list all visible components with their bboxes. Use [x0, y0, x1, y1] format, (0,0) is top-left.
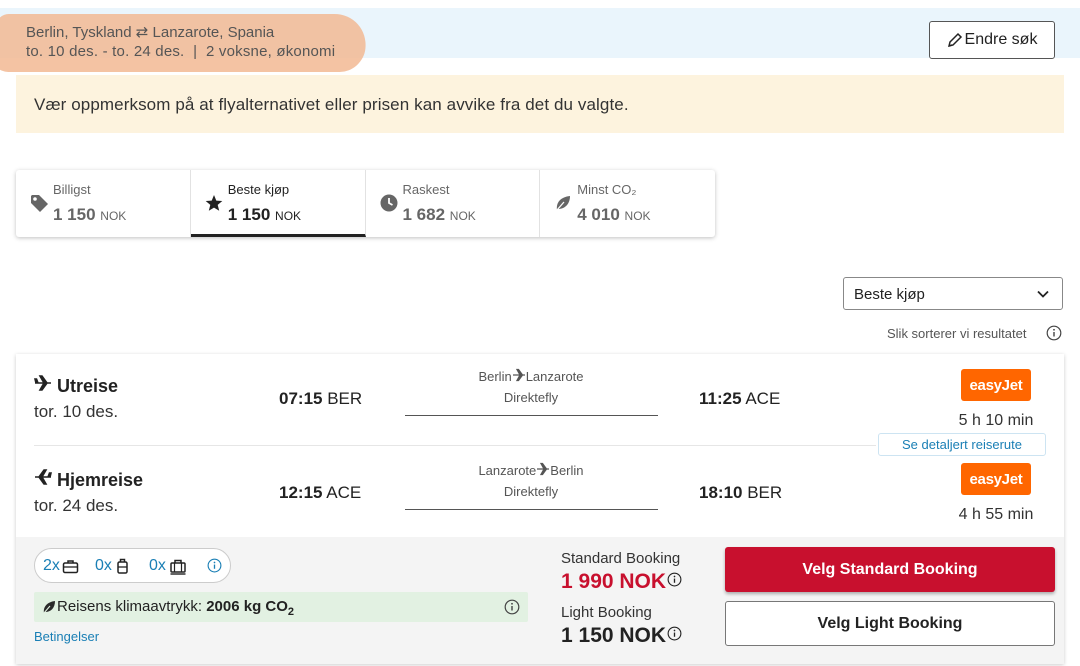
info-icon[interactable]: [667, 626, 682, 641]
baggage-summary[interactable]: 2x 0x 0x: [34, 548, 231, 583]
tab-least-co2[interactable]: Minst CO₂ 4 010 NOK: [540, 170, 715, 237]
leg-date: tor. 24 des.: [34, 496, 119, 515]
detailed-itinerary-link[interactable]: Se detaljert reiserute: [878, 433, 1046, 456]
tab-best-buy[interactable]: Beste kjøp 1 150 NOK: [190, 170, 366, 237]
suitcase-icon: [170, 559, 186, 575]
tab-price: 1 682 NOK: [402, 205, 476, 224]
return-leg: Hjemreise tor. 24 des. 12:15 ACE Lanzaro…: [16, 448, 1064, 540]
plane-return-icon: [35, 469, 52, 485]
star-icon: [205, 195, 223, 211]
checked-bag: 0x: [149, 557, 188, 575]
clock-icon: [380, 194, 397, 212]
tab-label: Beste kjøp: [227, 182, 290, 197]
personal-item: 2x: [43, 557, 79, 575]
standard-booking-label: Standard Booking: [561, 550, 681, 567]
edit-search-button[interactable]: Endre søk: [929, 21, 1055, 59]
tab-price: 4 010 NOK: [577, 205, 651, 224]
arrival-time: 18:10 BER: [699, 483, 783, 502]
departure-time: 12:15 ACE: [279, 483, 362, 502]
tab-label: Minst CO₂: [577, 182, 637, 197]
select-standard-booking-button[interactable]: Velg Standard Booking: [725, 547, 1055, 592]
route-cities: Berlin Lanzarote: [478, 368, 584, 384]
trip-details-text: to. 10 des. - to. 24 des. | 2 voksne, øk…: [26, 43, 336, 60]
climate-text: Reisens klimaavtrykk: 2006 kg CO2: [57, 598, 295, 618]
tab-price: 1 150 NOK: [53, 205, 127, 224]
edit-search-label: Endre søk: [964, 31, 1038, 48]
booking-options: 2x 0x 0x Reisens klimaavtrykk: 2006 kg C…: [16, 537, 1064, 664]
info-icon[interactable]: [667, 572, 682, 587]
info-icon[interactable]: [207, 558, 222, 573]
leg-divider: [34, 445, 876, 446]
light-booking-label: Light Booking: [561, 604, 652, 621]
tag-icon: [31, 195, 48, 212]
airline-logo: easyJet: [961, 369, 1031, 401]
airline-logo: easyJet: [961, 463, 1031, 495]
sort-selected-value: Beste kjøp: [854, 286, 925, 303]
climate-footprint: Reisens klimaavtrykk: 2006 kg CO2: [34, 592, 528, 622]
plane-departure-icon: [34, 375, 51, 391]
leaf-icon: [556, 196, 571, 211]
plane-icon: [512, 368, 525, 382]
leaf-icon: [43, 601, 55, 614]
flight-result-card: Utreise tor. 10 des. 07:15 BER Berlin Lan…: [16, 354, 1064, 664]
tab-cheapest[interactable]: Billigst 1 150 NOK: [16, 170, 191, 237]
info-icon[interactable]: [1046, 325, 1062, 341]
flight-duration: 4 h 55 min: [958, 506, 1034, 523]
sort-info-text: Slik sorterer vi resultatet: [887, 326, 1027, 341]
search-summary-bar: Berlin, Tyskland ⇄ Lanzarote, Spania to.…: [0, 8, 1080, 72]
sort-tabs: Billigst 1 150 NOK Beste kjøp 1 150 NOK …: [16, 170, 715, 237]
leg-date: tor. 10 des.: [34, 402, 119, 421]
cabin-bag-icon: [117, 558, 128, 574]
chevron-down-icon: [1037, 290, 1049, 298]
leg-direction: Hjemreise: [57, 470, 144, 490]
tab-label: Billigst: [53, 182, 91, 197]
price-notice: Vær oppmerksom på at flyalternativet ell…: [16, 75, 1064, 133]
briefcase-icon: [62, 559, 79, 573]
terms-link[interactable]: Betingelser: [34, 629, 99, 644]
pencil-icon: [947, 32, 962, 48]
arrival-time: 11:25 ACE: [699, 389, 781, 408]
cabin-bag: 0x: [95, 557, 131, 575]
route-text: Berlin, Tyskland ⇄ Lanzarote, Spania: [26, 24, 275, 41]
route-line: [405, 509, 658, 510]
light-booking-price: 1 150 NOK: [561, 624, 682, 648]
departure-time: 07:15 BER: [279, 389, 363, 408]
info-icon[interactable]: [504, 599, 520, 615]
route-cities: Lanzarote Berlin: [478, 462, 584, 478]
tab-label: Raskest: [402, 182, 450, 197]
plane-icon: [537, 462, 550, 476]
flight-duration: 5 h 10 min: [958, 412, 1034, 429]
select-light-booking-button[interactable]: Velg Light Booking: [725, 601, 1055, 646]
stops-label: Direktefly: [503, 390, 559, 405]
standard-booking-price: 1 990 NOK: [561, 570, 682, 594]
tab-price: 1 150 NOK: [227, 205, 302, 224]
leg-direction: Utreise: [57, 376, 119, 396]
sort-dropdown[interactable]: Beste kjøp: [843, 277, 1063, 310]
stops-label: Direktefly: [503, 484, 559, 499]
route-line: [405, 415, 658, 416]
tab-fastest[interactable]: Raskest 1 682 NOK: [366, 170, 541, 237]
